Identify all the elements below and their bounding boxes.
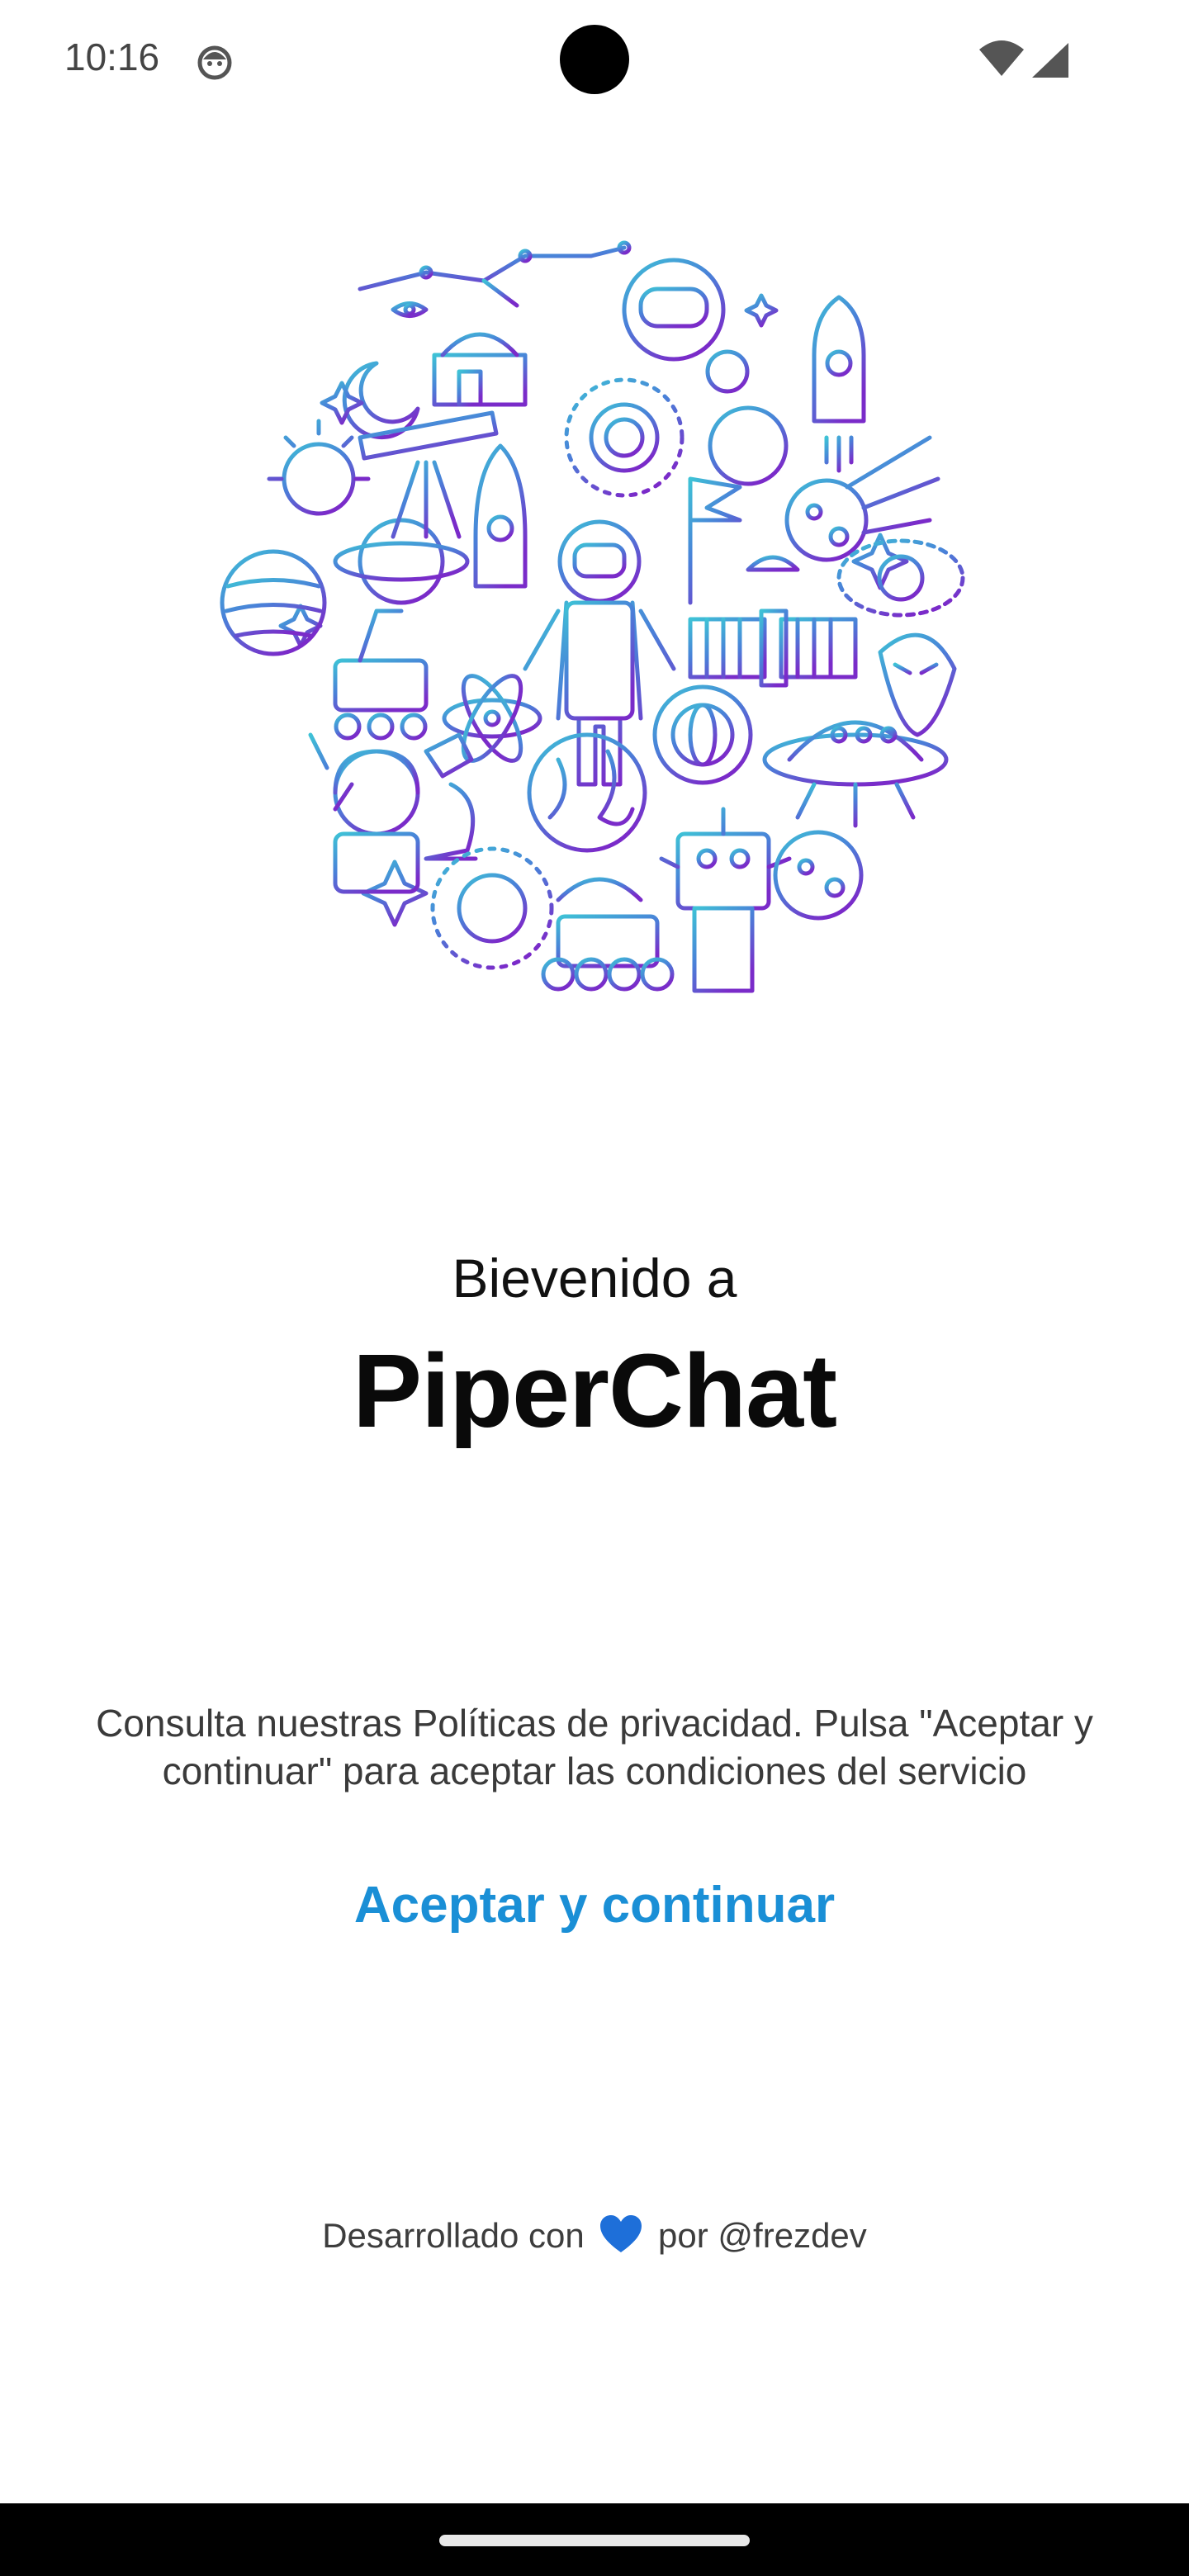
space-doodle-circle-illustration [220,240,965,993]
credit-prefix: Desarrollado con [322,2216,585,2255]
developer-credit: Desarrollado con por @frezdev [0,2214,1189,2256]
credit-suffix: por @frezdev [658,2216,867,2255]
app-name-title: PiperChat [352,1333,837,1449]
welcome-text: Bievenido a [452,1248,737,1309]
privacy-policy-notice: Consulta nuestras Políticas de privacida… [96,1702,1093,1792]
blue-heart-icon [600,2215,642,2252]
cellular-signal-icon [1032,43,1068,78]
status-bar: 10:16 [0,0,1189,124]
system-navigation-bar [0,2503,1189,2576]
home-gesture-handle[interactable] [439,2535,750,2546]
accept-and-continue-button[interactable]: Aceptar y continuar [314,1868,875,1942]
camera-cutout [560,25,629,94]
status-time: 10:16 [64,36,160,78]
android-debug-icon [197,45,232,80]
wifi-icon [979,40,1024,76]
